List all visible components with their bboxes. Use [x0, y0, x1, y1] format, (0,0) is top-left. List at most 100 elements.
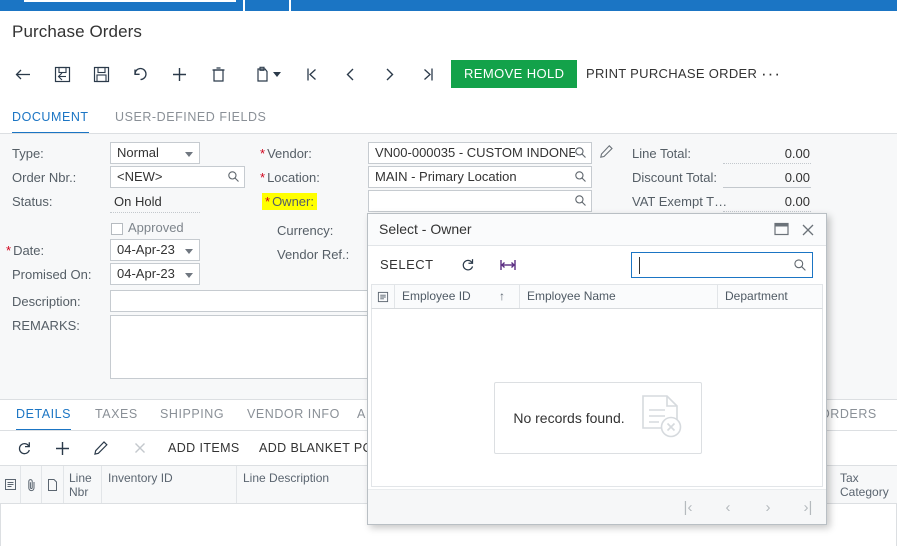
- vendor-input[interactable]: VN00-000035 - CUSTOM INDONESIA: [368, 142, 592, 164]
- delete-icon[interactable]: [199, 56, 237, 92]
- vendor-value: VN00-000035 - CUSTOM INDONESIA: [375, 145, 575, 160]
- location-input[interactable]: MAIN - Primary Location: [368, 166, 592, 188]
- tab-a-truncated[interactable]: A: [357, 402, 366, 431]
- col-line-nbr-text2: Nbr: [69, 485, 89, 499]
- vat-exempt-total-value: 0.00: [784, 194, 810, 209]
- description-input[interactable]: [110, 290, 368, 312]
- owner-input[interactable]: [368, 190, 592, 212]
- next-page-button[interactable]: ›: [755, 496, 781, 518]
- promised-on-value: 04-Apr-23: [117, 266, 175, 281]
- app-header-bar: [0, 0, 897, 11]
- document-tabs: DOCUMENT USER-DEFINED FIELDS: [0, 104, 897, 134]
- type-dropdown-caret-icon[interactable]: [185, 152, 193, 157]
- dialog-col-employee-name[interactable]: Employee Name: [520, 285, 717, 308]
- edit-row-icon[interactable]: [81, 431, 121, 465]
- previous-record-icon[interactable]: [331, 56, 369, 92]
- promised-on-input[interactable]: 04-Apr-23: [110, 263, 200, 285]
- fit-to-screen-icon[interactable]: [494, 251, 522, 279]
- promised-on-dropdown-caret-icon[interactable]: [185, 273, 193, 278]
- owner-required-star: *: [265, 194, 271, 209]
- currency-label: Currency:: [277, 223, 334, 238]
- approved-label: Approved: [128, 220, 184, 235]
- dialog-search-input[interactable]: [631, 252, 813, 278]
- dialog-search-icon[interactable]: [793, 258, 807, 275]
- type-select[interactable]: Normal: [110, 142, 200, 164]
- tab-user-defined-fields[interactable]: USER-DEFINED FIELDS: [115, 104, 266, 134]
- save-icon[interactable]: [82, 56, 120, 92]
- remove-hold-button[interactable]: REMOVE HOLD: [451, 60, 578, 88]
- last-page-button[interactable]: ›|: [795, 496, 821, 518]
- order-nbr-label: Order Nbr.:: [12, 170, 77, 185]
- copy-paste-dropdown-caret-icon[interactable]: [270, 56, 284, 92]
- type-value: Normal: [117, 145, 159, 160]
- dialog-grid-settings-icon[interactable]: [372, 285, 394, 308]
- next-record-icon[interactable]: [370, 56, 408, 92]
- col-tax-category[interactable]: Tax Category: [834, 466, 897, 503]
- tab-details[interactable]: DETAILS: [16, 402, 72, 431]
- header-divider-1: [243, 0, 245, 11]
- save-and-back-icon[interactable]: [43, 56, 81, 92]
- order-nbr-input[interactable]: <NEW>: [110, 166, 245, 188]
- promised-on-label: Promised On:: [12, 267, 92, 282]
- date-dropdown-caret-icon[interactable]: [185, 249, 193, 254]
- col-tax-text1: Tax: [840, 471, 859, 485]
- back-icon[interactable]: [4, 56, 42, 92]
- tab-document[interactable]: DOCUMENT: [12, 104, 89, 134]
- vendor-edit-icon[interactable]: [599, 144, 614, 162]
- vendor-required-star: *: [260, 146, 266, 161]
- remarks-textarea[interactable]: [110, 315, 368, 379]
- date-value: 04-Apr-23: [117, 242, 175, 257]
- dialog-toolbar: SELECT: [368, 246, 826, 284]
- dialog-col-department[interactable]: Department: [718, 285, 824, 308]
- first-record-icon[interactable]: [292, 56, 330, 92]
- line-total-value: 0.00: [784, 146, 810, 161]
- col-inventory-id[interactable]: Inventory ID: [102, 466, 237, 503]
- text-cursor: [639, 257, 640, 274]
- last-record-icon[interactable]: [409, 56, 447, 92]
- col-line-nbr-text1: Line: [69, 471, 92, 485]
- delete-row-icon[interactable]: [120, 431, 160, 465]
- tab-vendor-info[interactable]: VENDOR INFO: [247, 402, 340, 431]
- undo-icon[interactable]: [121, 56, 159, 92]
- refresh-icon[interactable]: [4, 431, 44, 465]
- remarks-label: REMARKS:: [12, 318, 80, 333]
- date-label: Date:: [13, 243, 45, 258]
- maximize-icon[interactable]: [774, 222, 790, 238]
- more-actions-icon[interactable]: ···: [757, 60, 785, 88]
- header-divider-2: [289, 0, 291, 11]
- date-input[interactable]: 04-Apr-23: [110, 239, 200, 261]
- previous-page-button[interactable]: ‹: [715, 496, 741, 518]
- col-line-nbr[interactable]: Line Nbr: [64, 466, 102, 503]
- date-required-star: *: [6, 243, 12, 258]
- discount-total-value: 0.00: [784, 170, 810, 185]
- no-records-document-icon: [639, 394, 683, 443]
- description-label: Description:: [12, 294, 81, 309]
- no-records-message: No records found.: [494, 382, 702, 454]
- tab-orders[interactable]: ORDERS: [820, 402, 877, 431]
- add-blanket-po-button[interactable]: ADD BLANKET PO: [259, 431, 373, 465]
- add-row-icon[interactable]: [42, 431, 82, 465]
- select-button[interactable]: SELECT: [380, 252, 434, 278]
- print-purchase-order-button[interactable]: PRINT PURCHASE ORDER: [578, 60, 765, 88]
- tab-shipping[interactable]: SHIPPING: [160, 402, 224, 431]
- col-tax-text2: Category: [840, 485, 889, 499]
- notes-icon[interactable]: [42, 466, 64, 503]
- close-icon[interactable]: [799, 221, 817, 239]
- approved-checkbox[interactable]: [111, 223, 123, 235]
- location-search-icon[interactable]: [574, 170, 587, 186]
- add-icon[interactable]: [160, 56, 198, 92]
- tab-taxes[interactable]: TAXES: [95, 402, 138, 431]
- first-page-button[interactable]: |‹: [675, 496, 701, 518]
- no-records-text: No records found.: [513, 410, 625, 426]
- discount-total-underline: [723, 187, 811, 188]
- page-title: Purchase Orders: [12, 22, 142, 41]
- dialog-refresh-icon[interactable]: [454, 251, 482, 279]
- grid-settings-icon[interactable]: [0, 466, 21, 503]
- sort-ascending-icon[interactable]: ↑: [499, 285, 515, 308]
- owner-search-icon[interactable]: [574, 194, 587, 210]
- order-nbr-search-icon[interactable]: [227, 170, 240, 186]
- vendor-search-icon[interactable]: [574, 146, 587, 162]
- attachment-icon[interactable]: [21, 466, 42, 503]
- add-items-button[interactable]: ADD ITEMS: [168, 431, 240, 465]
- dialog-grid-body: No records found.: [371, 309, 823, 487]
